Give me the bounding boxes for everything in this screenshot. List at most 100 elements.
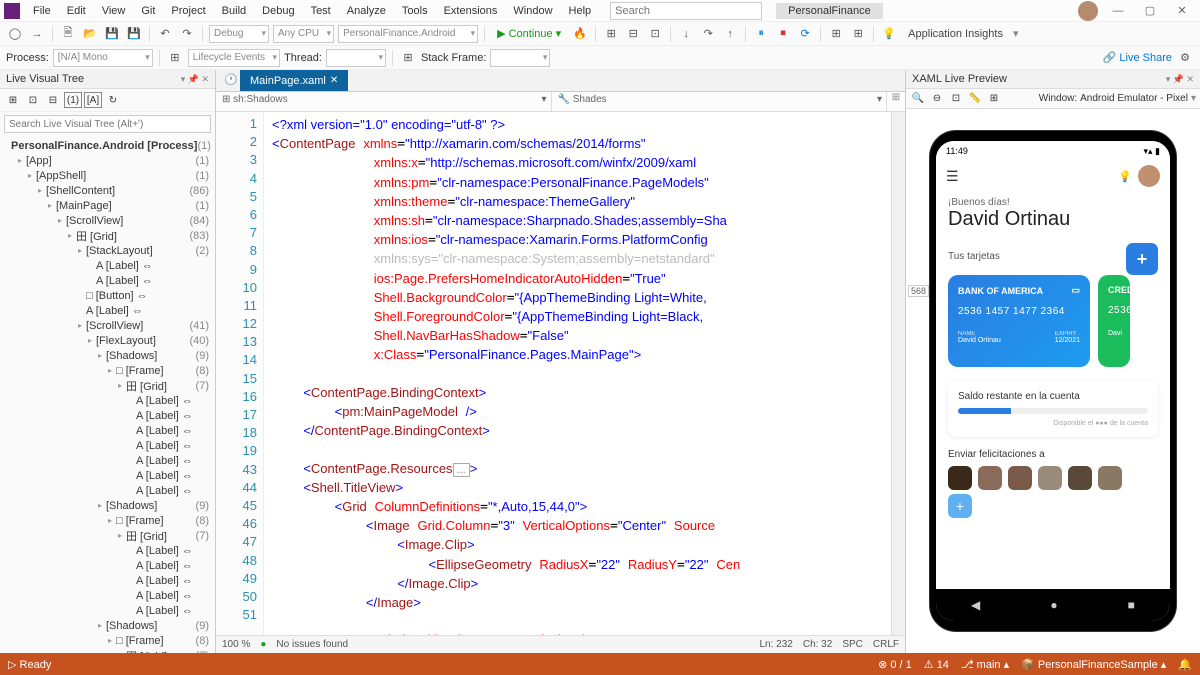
tree-row[interactable]: A [Label] ⇔ [0, 483, 215, 498]
open-icon[interactable]: 📂 [81, 25, 99, 43]
profile-avatar-icon[interactable] [1138, 165, 1160, 187]
tree-row[interactable]: A [Label] ⇔ [0, 273, 215, 288]
menu-edit[interactable]: Edit [60, 2, 93, 20]
tree-row[interactable]: ▸□ [Frame](8) [0, 363, 215, 378]
live-share-button[interactable]: 🔗 Live Share [1103, 51, 1172, 64]
recipient-avatar[interactable] [1008, 466, 1032, 490]
tree-row[interactable]: ▸[App](1) [0, 153, 215, 168]
visual-tree[interactable]: PersonalFinance.Android [Process](1)▸[Ap… [0, 136, 215, 653]
tree-row[interactable]: A [Label] ⇔ [0, 573, 215, 588]
status-branch[interactable]: ⎇ main ▴ [961, 658, 1009, 671]
menu-analyze[interactable]: Analyze [340, 2, 393, 20]
tree-row[interactable]: A [Label] ⇔ [0, 438, 215, 453]
tree-row[interactable]: ▸□ [Frame](8) [0, 513, 215, 528]
tree-row[interactable]: ▸[Shadows](9) [0, 618, 215, 633]
menu-view[interactable]: View [95, 2, 133, 20]
redo-icon[interactable]: ↷ [178, 25, 196, 43]
step-out-icon[interactable]: ↑ [721, 25, 739, 43]
lvt-search-input[interactable] [4, 115, 211, 133]
lvt-refresh-icon[interactable]: ↻ [104, 92, 122, 108]
tree-row[interactable]: A [Label] ⇔ [0, 393, 215, 408]
tree-row[interactable]: ▸[MainPage](1) [0, 198, 215, 213]
nav-home-icon[interactable]: ● [1050, 598, 1057, 612]
tree-row[interactable]: ▸[FlexLayout](40) [0, 333, 215, 348]
search-input[interactable] [610, 2, 762, 20]
cards-row[interactable]: Bank of America▭ 2536 1457 1477 2364 NAM… [948, 275, 1158, 367]
tree-row[interactable]: ▸田 [Grid](7) [0, 378, 215, 393]
code-area[interactable]: <?xml version="1.0" encoding="utf-8" ?> … [264, 112, 891, 635]
menu-help[interactable]: Help [562, 2, 599, 20]
recipient-avatar[interactable] [1098, 466, 1122, 490]
tree-row[interactable]: A [Label] ⇔ [0, 453, 215, 468]
xlp-zoom-in-icon[interactable]: 🔍 [910, 91, 926, 107]
recipient-avatar[interactable] [1038, 466, 1062, 490]
restart-icon[interactable]: ⟳ [796, 25, 814, 43]
lvt-track-icon[interactable]: ⊟ [44, 92, 62, 108]
user-avatar-icon[interactable] [1078, 1, 1098, 21]
tree-row[interactable]: A [Label] ⇔ [0, 408, 215, 423]
menu-debug[interactable]: Debug [255, 2, 301, 20]
tree-row[interactable]: ▸[StackLayout](2) [0, 243, 215, 258]
config-combo[interactable]: Debug [209, 25, 269, 43]
continue-button[interactable]: ▶ Continue ▾ [491, 25, 567, 42]
menu-extensions[interactable]: Extensions [437, 2, 505, 20]
hamburger-icon[interactable]: ☰ [946, 168, 959, 185]
xlp-window-combo[interactable]: Android Emulator - Pixel [1080, 93, 1188, 104]
stackframe-icon[interactable]: ⊞ [399, 49, 417, 67]
card-bank-of-america[interactable]: Bank of America▭ 2536 1457 1477 2364 NAM… [948, 275, 1090, 367]
zoom-level[interactable]: 100 % [222, 639, 250, 650]
status-bell-icon[interactable]: 🔔 [1178, 658, 1192, 671]
menu-test[interactable]: Test [304, 2, 338, 20]
feedback-icon[interactable]: ⚙ [1176, 49, 1194, 67]
recipient-avatar[interactable] [948, 466, 972, 490]
add-card-button[interactable]: + [1126, 243, 1158, 275]
menu-tools[interactable]: Tools [395, 2, 435, 20]
pin-icon[interactable]: ▾ 📌 ✕ [181, 74, 209, 85]
status-errors[interactable]: ⊗ 0 / 1 [878, 658, 912, 671]
xlp-zoom-out-icon[interactable]: ⊖ [929, 91, 945, 107]
lvt-layout-icon[interactable]: ⊡ [24, 92, 42, 108]
tree-row[interactable]: ▸□ [Frame](8) [0, 633, 215, 648]
menu-build[interactable]: Build [215, 2, 253, 20]
tab-history-icon[interactable]: 🕐 [222, 70, 240, 88]
lifecycle-combo[interactable]: Lifecycle Events [188, 49, 280, 67]
editor-tab-mainpage[interactable]: MainPage.xaml ✕ [240, 70, 348, 91]
tree-row[interactable]: A [Label] ⇔ [0, 603, 215, 618]
lvt-text-icon[interactable]: [A] [84, 92, 102, 108]
minimize-button[interactable]: — [1104, 3, 1132, 19]
xlp-pin-icon[interactable]: ▾ 📌 ✕ [1166, 74, 1194, 85]
tree-row[interactable]: ▸[AppShell](1) [0, 168, 215, 183]
tab-close-icon[interactable]: ✕ [330, 75, 338, 86]
tree-row[interactable]: A [Label] ⇔ [0, 423, 215, 438]
add-recipient-button[interactable]: + [948, 494, 972, 518]
tree-row[interactable]: A [Label] ⇔ [0, 468, 215, 483]
stackframe-combo[interactable] [490, 49, 550, 67]
tree-row[interactable]: ▸[Shadows](9) [0, 348, 215, 363]
tree-row[interactable]: A [Label] ⇔ [0, 558, 215, 573]
process-combo[interactable]: [N/A] Mono [53, 49, 153, 67]
tb-misc-2[interactable]: ⊞ [849, 25, 867, 43]
maximize-button[interactable]: ▢ [1136, 3, 1164, 19]
lvt-select-icon[interactable]: ⊞ [4, 92, 22, 108]
nav-fwd-icon[interactable]: → [28, 25, 46, 43]
tree-row[interactable]: ▸[ScrollView](41) [0, 318, 215, 333]
tree-row[interactable]: A [Label] ⇔ [0, 543, 215, 558]
nav-type-combo[interactable]: ⊞ sh:Shadows [216, 92, 552, 111]
nav-back-icon[interactable]: ◯ [6, 25, 24, 43]
new-icon[interactable]: 🗎 [59, 25, 77, 43]
status-repo[interactable]: 📦 PersonalFinanceSample ▴ [1021, 658, 1166, 671]
menu-project[interactable]: Project [164, 2, 212, 20]
startup-project-combo[interactable]: PersonalFinance.Android [338, 25, 478, 43]
card-credit[interactable]: Cred 2536 Davi [1098, 275, 1130, 367]
tb-misc-1[interactable]: ⊞ [827, 25, 845, 43]
xlp-ruler-icon[interactable]: 📏 [967, 91, 983, 107]
undo-icon[interactable]: ↶ [156, 25, 174, 43]
tb-icon-2[interactable]: ⊟ [624, 25, 642, 43]
tree-row[interactable]: A [Label] ⇔ [0, 258, 215, 273]
xlp-select-icon[interactable]: ⊡ [948, 91, 964, 107]
editor-scrollbar[interactable] [891, 112, 905, 635]
bulb-icon[interactable]: 💡 [1118, 170, 1132, 183]
recipient-avatar[interactable] [978, 466, 1002, 490]
tree-row[interactable]: ▸田 [Grid](83) [0, 228, 215, 243]
issues-label[interactable]: No issues found [276, 639, 348, 650]
